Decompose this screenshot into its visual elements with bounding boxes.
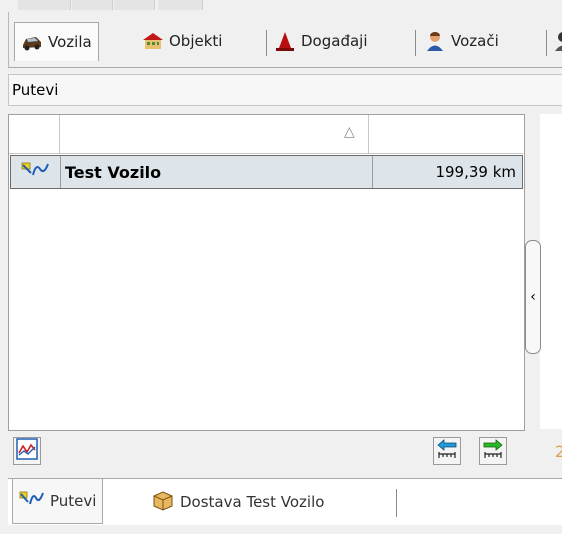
tab-dostava[interactable]: Dostava Test Vozilo xyxy=(152,485,324,519)
truncated-tab-icon[interactable] xyxy=(552,30,562,52)
tab-strip-edge xyxy=(8,12,11,68)
tab-putevi[interactable]: Putevi xyxy=(12,479,104,524)
grid-header-icon-col[interactable] xyxy=(9,115,60,154)
chart-button[interactable] xyxy=(13,437,41,465)
car-icon xyxy=(21,31,43,53)
previous-button[interactable] xyxy=(433,437,461,465)
top-tab-strip: Vozila Objekti Događaji Vozači xyxy=(8,12,562,68)
sort-indicator-icon: △ xyxy=(344,124,355,140)
chevron-left-icon: ‹ xyxy=(530,289,536,305)
toolbar-fragment xyxy=(114,0,155,10)
tab-separator xyxy=(396,489,397,517)
bottom-tab-strip: Putevi Dostava Test Vozilo xyxy=(8,478,562,525)
tab-strip-baseline xyxy=(8,67,562,68)
side-panel xyxy=(540,114,562,429)
tab-vozila[interactable]: Vozila xyxy=(14,22,99,61)
tab-vozaci-label: Vozači xyxy=(451,32,499,50)
side-panel-fragment: 2 xyxy=(555,442,562,461)
collapse-panel-button[interactable]: ‹ xyxy=(525,240,541,354)
toolbar-fragment xyxy=(18,0,71,10)
tab-objekti-label: Objekti xyxy=(169,32,223,50)
toolbar-fragment xyxy=(158,0,203,10)
tab-dostava-label: Dostava Test Vozilo xyxy=(180,493,325,511)
tab-putevi-label: Putevi xyxy=(50,492,97,510)
row-name-cell: Test Vozilo xyxy=(61,156,373,188)
grid-header-name-col[interactable]: △ xyxy=(60,115,369,154)
route-icon xyxy=(19,490,45,512)
panel-title-bar: Putevi xyxy=(8,74,562,106)
package-icon xyxy=(152,489,174,515)
tab-separator xyxy=(266,30,267,56)
table-row[interactable]: Test Vozilo 199,39 km xyxy=(10,155,523,189)
tab-separator xyxy=(546,30,547,56)
row-icon-cell xyxy=(11,156,61,188)
grid-header-distance-col[interactable] xyxy=(369,115,523,154)
building-icon xyxy=(142,30,164,52)
tab-dogadaji-label: Događaji xyxy=(301,32,368,50)
next-button[interactable] xyxy=(479,437,507,465)
tab-dogadaji[interactable]: Događaji xyxy=(274,26,368,56)
tab-vozila-label: Vozila xyxy=(48,33,92,51)
tab-separator xyxy=(415,30,416,56)
line-chart-icon xyxy=(16,438,38,464)
tab-objekti[interactable]: Objekti xyxy=(142,26,222,56)
cone-icon xyxy=(274,30,296,52)
arrow-left-icon xyxy=(436,438,458,464)
routes-grid: △ Test Vozilo 199,39 km xyxy=(8,114,525,465)
toolbar-fragment xyxy=(72,0,113,10)
driver-icon xyxy=(424,30,446,52)
panel-title: Putevi xyxy=(12,81,59,99)
route-icon xyxy=(21,161,51,183)
arrow-right-icon xyxy=(482,438,504,464)
row-distance-cell: 199,39 km xyxy=(435,163,516,181)
tab-vozaci[interactable]: Vozači xyxy=(424,26,499,56)
